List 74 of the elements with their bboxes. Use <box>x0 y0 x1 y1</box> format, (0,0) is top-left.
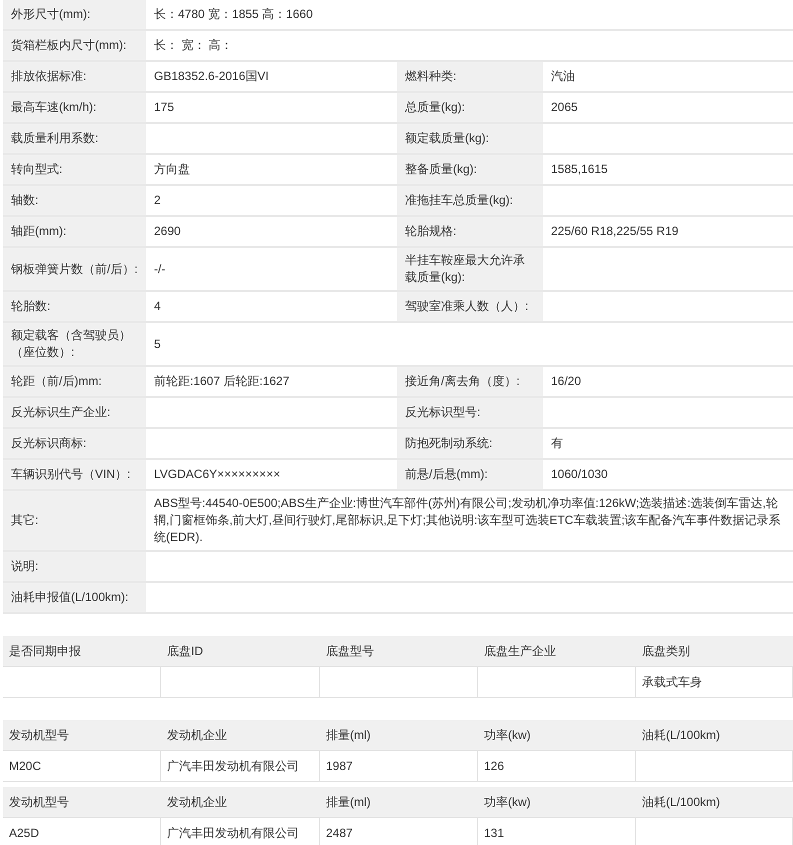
field-value: 16/20 <box>551 373 582 390</box>
column-header: 是否同期申报 <box>3 636 161 667</box>
field-value: 2065 <box>551 99 578 116</box>
field-label: 钢板弹簧片数（前/后）: <box>11 260 138 278</box>
column-header: 排量(ml) <box>320 720 478 751</box>
field-value: 1585,1615 <box>551 161 608 178</box>
field-label: 排放依据标准: <box>11 68 86 85</box>
field-label: 反光标识型号: <box>405 404 480 421</box>
field-label: 车辆识别代号（VIN）: <box>11 466 130 483</box>
field-label: 轮距（前/后)mm: <box>11 373 102 390</box>
field-label: 额定载客（含驾驶员）（座位数）: <box>11 327 132 361</box>
column-header: 发动机型号 <box>3 787 161 818</box>
field-label: 轮胎规格: <box>405 223 456 240</box>
field-label: 准拖挂车总质量(kg): <box>405 192 513 209</box>
field-label: 说明: <box>11 558 38 575</box>
table-cell: 广汽丰田发动机有限公司 <box>161 751 320 782</box>
field-value: 长： 宽： 高： <box>154 37 233 54</box>
field-label: 接近角/离去角（度）: <box>405 373 520 390</box>
field-label: 外形尺寸(mm): <box>11 6 90 23</box>
field-value: 汽油 <box>551 68 575 85</box>
column-header: 发动机企业 <box>161 720 320 751</box>
field-label: 反光标识生产企业: <box>11 404 110 421</box>
field-value: 1060/1030 <box>551 466 608 483</box>
field-label: 前悬/后悬(mm): <box>405 466 488 483</box>
table-cell: 1987 <box>320 751 478 782</box>
field-label: 燃料种类: <box>405 68 456 85</box>
field-label: 防抱死制动系统: <box>405 435 492 452</box>
column-header: 底盘类别 <box>636 636 793 667</box>
field-value: 4 <box>154 298 161 315</box>
column-header: 底盘生产企业 <box>478 636 636 667</box>
column-header: 油耗(L/100km) <box>636 787 793 818</box>
field-value: 2 <box>154 192 161 209</box>
table-cell: 广汽丰田发动机有限公司 <box>161 818 320 845</box>
field-value: 2690 <box>154 223 181 240</box>
column-header: 发动机企业 <box>161 787 320 818</box>
column-header: 油耗(L/100km) <box>636 720 793 751</box>
field-label: 轴数: <box>11 192 38 209</box>
table-cell: 131 <box>478 818 636 845</box>
field-value: ABS型号:44540-0E500;ABS生产企业:博世汽车部件(苏州)有限公司;发动机净功率值:126kW;选装描述:选装倒车雷达,轮辋,门窗框饰条,前大灯,昼间行驶灯,尾部标识,足下灯;其他说明:该车型可选装ETC车载装置;该车配备汽车事件数据记录系统(EDR). <box>154 495 782 546</box>
field-value: 225/60 R18,225/55 R19 <box>551 223 678 240</box>
field-label: 载质量利用系数: <box>11 130 98 147</box>
table-cell: 2487 <box>320 818 478 845</box>
field-label: 额定载质量(kg): <box>405 130 489 147</box>
field-value: LVGDAC6Y××××××××× <box>154 466 280 483</box>
field-value: 5 <box>154 336 161 352</box>
field-label: 整备质量(kg): <box>405 161 477 178</box>
field-label: 驾驶室准乘人数（人）: <box>405 298 528 315</box>
field-label: 油耗申报值(L/100km): <box>11 589 128 606</box>
field-value: 前轮距:1607 后轮距:1627 <box>154 373 290 390</box>
field-label: 其它: <box>11 512 38 529</box>
table-cell: M20C <box>3 751 161 782</box>
field-value: 长：4780 宽：1855 高：1660 <box>154 6 313 23</box>
field-label: 轴距(mm): <box>11 223 66 240</box>
field-label: 最高车速(km/h): <box>11 99 96 116</box>
table-cell: A25D <box>3 818 161 845</box>
field-label: 货箱栏板内尺寸(mm): <box>11 37 126 54</box>
column-header: 功率(kw) <box>478 720 636 751</box>
column-header: 底盘ID <box>161 636 320 667</box>
field-label: 转向型式: <box>11 161 62 178</box>
field-label: 半挂车鞍座最大允许承载质量(kg): <box>405 252 526 286</box>
field-label: 总质量(kg): <box>405 99 465 116</box>
table-cell: 126 <box>478 751 636 782</box>
field-value: GB18352.6-2016国VI <box>154 68 269 85</box>
column-header: 底盘型号 <box>320 636 478 667</box>
column-header: 排量(ml) <box>320 787 478 818</box>
field-value: 175 <box>154 99 174 116</box>
field-value: 有 <box>551 435 563 452</box>
field-label: 反光标识商标: <box>11 435 86 452</box>
column-header: 发动机型号 <box>3 720 161 751</box>
field-label: 轮胎数: <box>11 298 50 315</box>
table-cell: 承载式车身 <box>636 667 793 698</box>
column-header: 功率(kw) <box>478 787 636 818</box>
field-value: 方向盘 <box>154 161 190 178</box>
field-value: -/- <box>154 260 166 278</box>
